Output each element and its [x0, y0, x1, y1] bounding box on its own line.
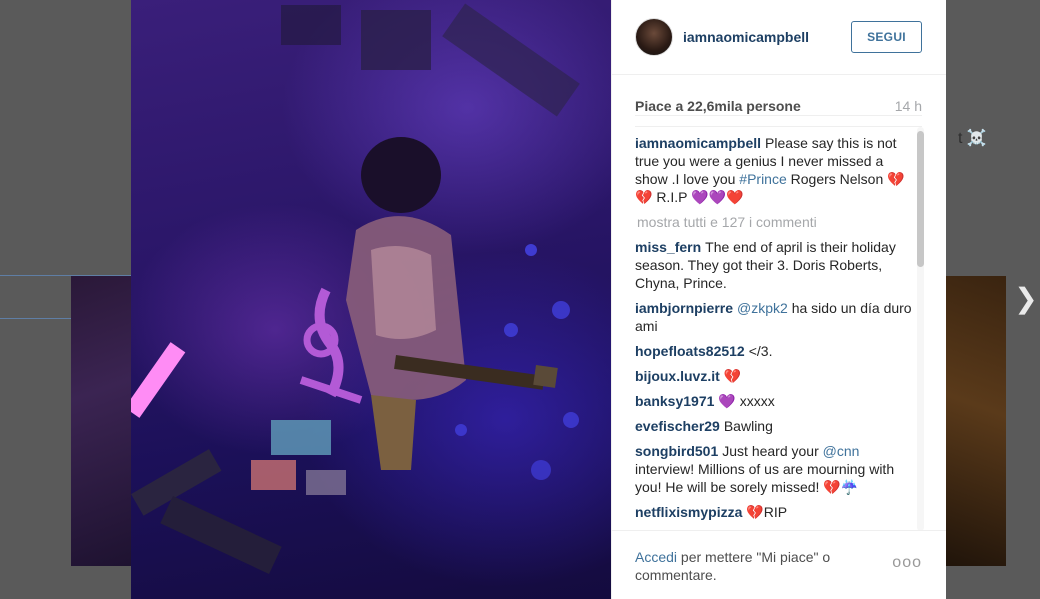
login-link[interactable]: Accedi	[635, 549, 677, 565]
comment-text: 💔	[723, 368, 742, 384]
comment-item: songbird501 Just heard your @cnn intervie…	[635, 442, 915, 496]
comment-item: miss_fern The end of april is their holid…	[635, 238, 915, 292]
comment-username[interactable]: banksy1971	[635, 393, 714, 409]
post-meta: Piace a 22,6mila persone 14 h	[635, 96, 922, 116]
comment-username[interactable]: evefischer29	[635, 418, 720, 434]
caption: iamnaomicampbell Please say this is not t…	[635, 134, 915, 206]
post-footer: Accedi per mettere "Mi piace" o commenta…	[612, 530, 946, 599]
background-photo-tile	[71, 276, 131, 566]
chevron-right-icon[interactable]: ❯	[1014, 283, 1038, 315]
post-header: iamnaomicampbell SEGUI	[612, 0, 946, 75]
comment-text: 💜 xxxxx	[718, 393, 775, 409]
background-text: t ☠️	[958, 130, 987, 147]
comment-item: evefischer29 Bawling	[635, 417, 915, 435]
background-photo-tile	[946, 276, 1006, 566]
comment-username[interactable]: iamnaomicampbell	[635, 135, 761, 151]
comment-text: </3.	[748, 343, 773, 359]
comment-text: 💔RIP	[746, 504, 788, 520]
avatar[interactable]	[635, 18, 673, 56]
follow-button[interactable]: SEGUI	[851, 21, 922, 53]
scrollbar-thumb[interactable]	[917, 131, 924, 267]
comment-username[interactable]: miss_fern	[635, 239, 701, 255]
post-time[interactable]: 14 h	[895, 98, 922, 114]
comment-username[interactable]: iambjornpierre	[635, 300, 733, 316]
comment-item: iambjornpierre @zkpk2 ha sido un día duro…	[635, 299, 915, 335]
comment-text: interview! Millions of us are mourning w…	[635, 461, 895, 495]
comment-text: Bawling	[723, 418, 773, 434]
show-all-comments-link[interactable]: mostra tutti e 127 i commenti	[637, 213, 915, 231]
author-username[interactable]: iamnaomicampbell	[683, 29, 851, 45]
comments-list: iamnaomicampbell Please say this is not t…	[635, 134, 915, 530]
comment-username[interactable]: netflixismypizza	[635, 504, 742, 520]
comment-item: bijoux.luvz.it 💔	[635, 367, 915, 385]
post-side-panel: iamnaomicampbell SEGUI Piace a 22,6mila …	[611, 0, 946, 599]
mention-link[interactable]: @zkpk2	[737, 300, 788, 316]
comment-username[interactable]: bijoux.luvz.it	[635, 368, 720, 384]
post-modal: iamnaomicampbell SEGUI Piace a 22,6mila …	[131, 0, 946, 599]
comment-item: banksy1971 💜 xxxxx	[635, 392, 915, 410]
comment-item: netflixismypizza 💔RIP	[635, 503, 915, 521]
post-photo	[131, 0, 611, 599]
more-options-icon[interactable]: ooo	[892, 554, 922, 599]
mention-link[interactable]: @cnn	[823, 443, 860, 459]
hashtag-link[interactable]: #Prince	[739, 171, 786, 187]
comment-item: hopefloats82512 </3.	[635, 342, 915, 360]
comment-username[interactable]: hopefloats82512	[635, 343, 745, 359]
comment-text: Just heard your	[722, 443, 823, 459]
likes-count[interactable]: Piace a 22,6mila persone	[635, 98, 801, 114]
comment-username[interactable]: songbird501	[635, 443, 718, 459]
divider	[635, 126, 922, 127]
comments-scrollbar[interactable]	[917, 127, 924, 531]
login-prompt: Accedi per mettere "Mi piace" o commenta…	[635, 548, 865, 599]
